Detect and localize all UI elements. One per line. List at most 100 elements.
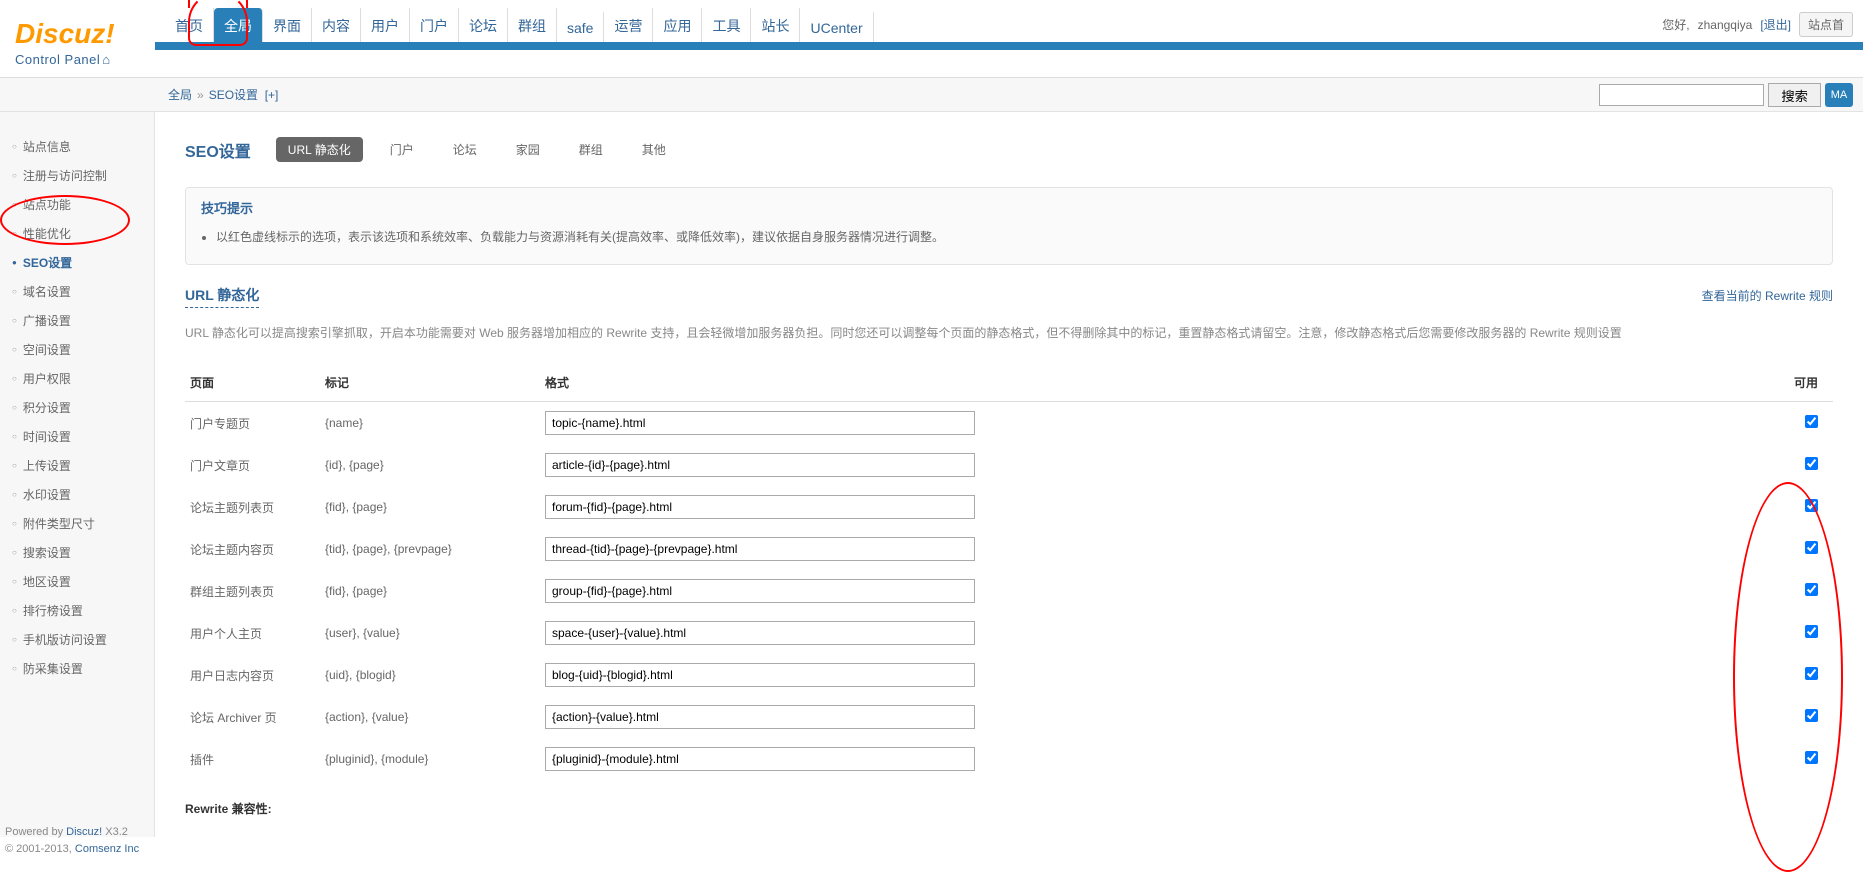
greeting: 您好, — [1662, 16, 1689, 33]
sidebar-item-14[interactable]: 搜索设置 — [0, 538, 154, 567]
powered-by: Powered by Discuz! X3.2 © 2001-2013, Com… — [5, 824, 139, 857]
topnav-item-8[interactable]: safe — [557, 12, 604, 42]
topnav-item-3[interactable]: 内容 — [312, 8, 361, 42]
discuz-link[interactable]: Discuz! — [66, 826, 102, 838]
view-rewrite-rules-link[interactable]: 查看当前的 Rewrite 规则 — [1702, 287, 1833, 304]
sidebar-item-2[interactable]: 站点功能 — [0, 190, 154, 219]
breadcrumb-sep: » — [197, 88, 204, 102]
breadcrumb-current[interactable]: SEO设置 — [209, 86, 258, 103]
format-input-7[interactable] — [545, 705, 975, 729]
site-home-button[interactable]: 站点首 — [1799, 12, 1853, 37]
enable-checkbox-5[interactable] — [1805, 625, 1818, 638]
rewrite-compat-heading: Rewrite 兼容性: — [185, 800, 1833, 817]
sidebar-item-1[interactable]: 注册与访问控制 — [0, 161, 154, 190]
row-page-label: 门户文章页 — [185, 444, 320, 486]
format-input-2[interactable] — [545, 495, 975, 519]
topnav-item-5[interactable]: 门户 — [410, 8, 459, 42]
row-tag-label: {pluginid}, {module} — [320, 738, 540, 780]
table-row: 论坛主题列表页{fid}, {page} — [185, 486, 1833, 528]
format-input-8[interactable] — [545, 747, 975, 771]
sidebar-item-17[interactable]: 手机版访问设置 — [0, 625, 154, 654]
topnav-item-13[interactable]: UCenter — [800, 12, 873, 42]
sidebar-item-11[interactable]: 上传设置 — [0, 451, 154, 480]
enable-checkbox-3[interactable] — [1805, 541, 1818, 554]
row-page-label: 群组主题列表页 — [185, 570, 320, 612]
row-tag-label: {fid}, {page} — [320, 570, 540, 612]
search-button[interactable]: 搜索 — [1768, 83, 1821, 107]
th-format: 格式 — [540, 364, 1783, 402]
sidebar-item-3[interactable]: 性能优化 — [0, 219, 154, 248]
table-row: 插件{pluginid}, {module} — [185, 738, 1833, 780]
search-input[interactable] — [1599, 84, 1764, 106]
table-row: 门户专题页{name} — [185, 402, 1833, 445]
username: zhangqiya — [1698, 18, 1753, 32]
section-desc: URL 静态化可以提高搜索引擎抓取，开启本功能需要对 Web 服务器增加相应的 … — [185, 323, 1833, 345]
format-input-4[interactable] — [545, 579, 975, 603]
topnav-item-7[interactable]: 群组 — [508, 8, 557, 42]
sidebar-item-15[interactable]: 地区设置 — [0, 567, 154, 596]
sidebar-item-0[interactable]: 站点信息 — [0, 132, 154, 161]
enable-checkbox-1[interactable] — [1805, 457, 1818, 470]
sidebar-item-8[interactable]: 用户权限 — [0, 364, 154, 393]
sidebar-item-6[interactable]: 广播设置 — [0, 306, 154, 335]
sidebar-item-5[interactable]: 域名设置 — [0, 277, 154, 306]
format-input-0[interactable] — [545, 411, 975, 435]
row-tag-label: {fid}, {page} — [320, 486, 540, 528]
format-input-6[interactable] — [545, 663, 975, 687]
format-input-3[interactable] — [545, 537, 975, 561]
table-row: 用户个人主页{user}, {value} — [185, 612, 1833, 654]
topnav-item-1[interactable]: 全局 — [214, 8, 263, 42]
topnav-item-10[interactable]: 应用 — [653, 8, 702, 42]
sidebar-item-18[interactable]: 防采集设置 — [0, 654, 154, 683]
topnav-item-11[interactable]: 工具 — [702, 8, 751, 42]
page-tab-0[interactable]: URL 静态化 — [276, 137, 363, 162]
sidebar-item-9[interactable]: 积分设置 — [0, 393, 154, 422]
section-title: URL 静态化 — [185, 285, 259, 308]
row-tag-label: {action}, {value} — [320, 696, 540, 738]
sidebar-item-4[interactable]: SEO设置 — [0, 248, 154, 277]
enable-checkbox-6[interactable] — [1805, 667, 1818, 680]
enable-checkbox-2[interactable] — [1805, 499, 1818, 512]
search-pref-button[interactable]: MA — [1825, 83, 1853, 107]
page-tab-1[interactable]: 门户 — [378, 137, 426, 162]
th-enable: 可用 — [1783, 364, 1833, 402]
row-page-label: 论坛主题内容页 — [185, 528, 320, 570]
enable-checkbox-7[interactable] — [1805, 709, 1818, 722]
topnav-item-4[interactable]: 用户 — [361, 8, 410, 42]
breadcrumb-plus[interactable]: [+] — [265, 88, 279, 102]
row-tag-label: {name} — [320, 402, 540, 445]
sidebar-item-16[interactable]: 排行榜设置 — [0, 596, 154, 625]
sidebar-item-7[interactable]: 空间设置 — [0, 335, 154, 364]
format-input-5[interactable] — [545, 621, 975, 645]
page-tab-3[interactable]: 家园 — [504, 137, 552, 162]
table-row: 群组主题列表页{fid}, {page} — [185, 570, 1833, 612]
topnav-item-12[interactable]: 站长 — [751, 8, 800, 42]
row-tag-label: {id}, {page} — [320, 444, 540, 486]
breadcrumb-root[interactable]: 全局 — [168, 86, 192, 103]
enable-checkbox-0[interactable] — [1805, 415, 1818, 428]
sidebar-item-10[interactable]: 时间设置 — [0, 422, 154, 451]
th-tag: 标记 — [320, 364, 540, 402]
sidebar-item-12[interactable]: 水印设置 — [0, 480, 154, 509]
enable-checkbox-4[interactable] — [1805, 583, 1818, 596]
row-page-label: 论坛 Archiver 页 — [185, 696, 320, 738]
topnav-item-6[interactable]: 论坛 — [459, 8, 508, 42]
page-tab-2[interactable]: 论坛 — [441, 137, 489, 162]
row-page-label: 用户日志内容页 — [185, 654, 320, 696]
table-row: 论坛主题内容页{tid}, {page}, {prevpage} — [185, 528, 1833, 570]
table-row: 用户日志内容页{uid}, {blogid} — [185, 654, 1833, 696]
topnav-item-9[interactable]: 运营 — [604, 8, 653, 42]
row-page-label: 门户专题页 — [185, 402, 320, 445]
comsenz-link[interactable]: Comsenz Inc — [75, 843, 139, 855]
logout-link[interactable]: [退出] — [1760, 16, 1791, 33]
row-page-label: 论坛主题列表页 — [185, 486, 320, 528]
page-tab-4[interactable]: 群组 — [567, 137, 615, 162]
page-tab-5[interactable]: 其他 — [630, 137, 678, 162]
format-input-1[interactable] — [545, 453, 975, 477]
topnav-item-2[interactable]: 界面 — [263, 8, 312, 42]
enable-checkbox-8[interactable] — [1805, 751, 1818, 764]
sidebar-item-13[interactable]: 附件类型尺寸 — [0, 509, 154, 538]
row-tag-label: {user}, {value} — [320, 612, 540, 654]
topnav-item-0[interactable]: 首页 — [165, 8, 214, 42]
row-tag-label: {uid}, {blogid} — [320, 654, 540, 696]
